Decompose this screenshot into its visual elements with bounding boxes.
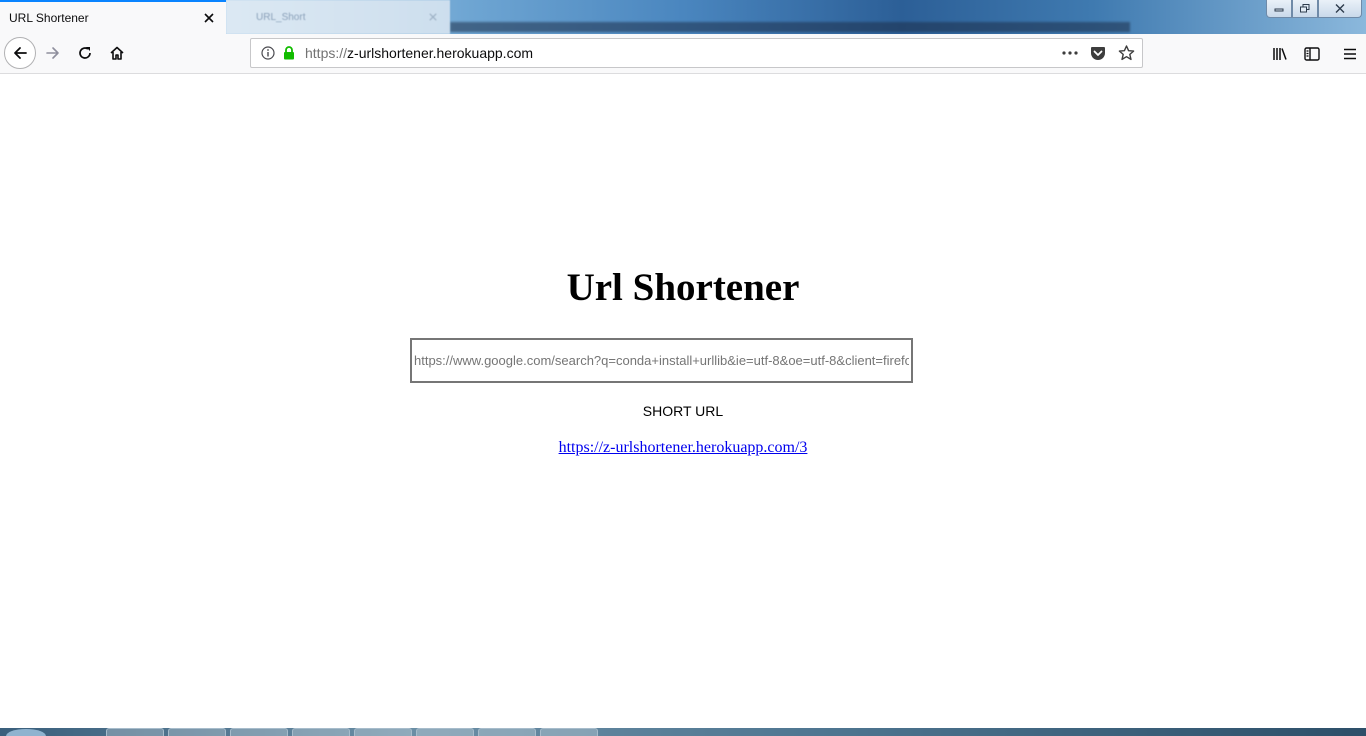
taskbar-item[interactable] — [416, 728, 474, 736]
window-close-button[interactable] — [1318, 0, 1362, 18]
short-url-link[interactable]: https://z-urlshortener.herokuapp.com/3 — [559, 439, 808, 456]
short-url-label: SHORT URL — [642, 403, 724, 419]
bookmark-star-icon[interactable] — [1116, 43, 1136, 63]
toolbar-right — [1264, 34, 1366, 74]
background-blur — [450, 22, 1130, 32]
close-icon[interactable] — [196, 5, 222, 31]
home-icon[interactable] — [101, 37, 133, 69]
hamburger-menu-icon[interactable] — [1334, 38, 1366, 70]
taskbar-item[interactable] — [354, 728, 412, 736]
start-button[interactable] — [6, 729, 46, 736]
minimize-button[interactable] — [1266, 0, 1292, 18]
tab-title: URL_Short — [256, 11, 306, 23]
forward-arrow-icon[interactable] — [37, 37, 69, 69]
long-url-input[interactable] — [410, 338, 913, 383]
tab-title: URL Shortener — [9, 11, 89, 25]
pocket-icon[interactable] — [1088, 43, 1108, 63]
taskbar-item[interactable] — [230, 728, 288, 736]
os-taskbar — [0, 728, 1366, 736]
url-text[interactable]: https://z-urlshortener.herokuapp.com — [305, 45, 1060, 61]
sidebar-icon[interactable] — [1296, 38, 1328, 70]
url-scheme: https:// — [305, 45, 348, 61]
page-content: Url Shortener SHORT URL https://z-urlsho… — [0, 74, 1366, 728]
taskbar-item[interactable] — [106, 728, 164, 736]
back-arrow-icon[interactable] — [4, 37, 36, 69]
taskbar-item[interactable] — [540, 728, 598, 736]
short-url-container: https://z-urlshortener.herokuapp.com/3 — [0, 439, 1366, 457]
more-actions-icon[interactable] — [1060, 43, 1080, 63]
taskbar-item[interactable] — [478, 728, 536, 736]
maximize-button[interactable] — [1292, 0, 1318, 18]
url-bar[interactable]: https://z-urlshortener.herokuapp.com — [250, 38, 1143, 68]
navigation-toolbar: https://z-urlshortener.herokuapp.com — [0, 34, 1366, 74]
reload-icon[interactable] — [69, 37, 101, 69]
tab-url-short[interactable]: URL_Short — [226, 0, 450, 34]
library-icon[interactable] — [1264, 38, 1296, 70]
url-host: z-urlshortener.herokuapp.com — [347, 45, 534, 61]
window-controls — [1266, 0, 1362, 18]
taskbar-item[interactable] — [292, 728, 350, 736]
lock-icon[interactable] — [279, 46, 299, 60]
title-bar: URL Shortener URL_Short — [0, 0, 1366, 34]
info-icon[interactable] — [257, 46, 279, 60]
close-icon[interactable] — [420, 4, 446, 30]
taskbar-item[interactable] — [168, 728, 226, 736]
url-actions — [1060, 43, 1136, 63]
page-title: Url Shortener — [566, 266, 800, 309]
tab-url-shortener[interactable]: URL Shortener — [0, 0, 226, 34]
